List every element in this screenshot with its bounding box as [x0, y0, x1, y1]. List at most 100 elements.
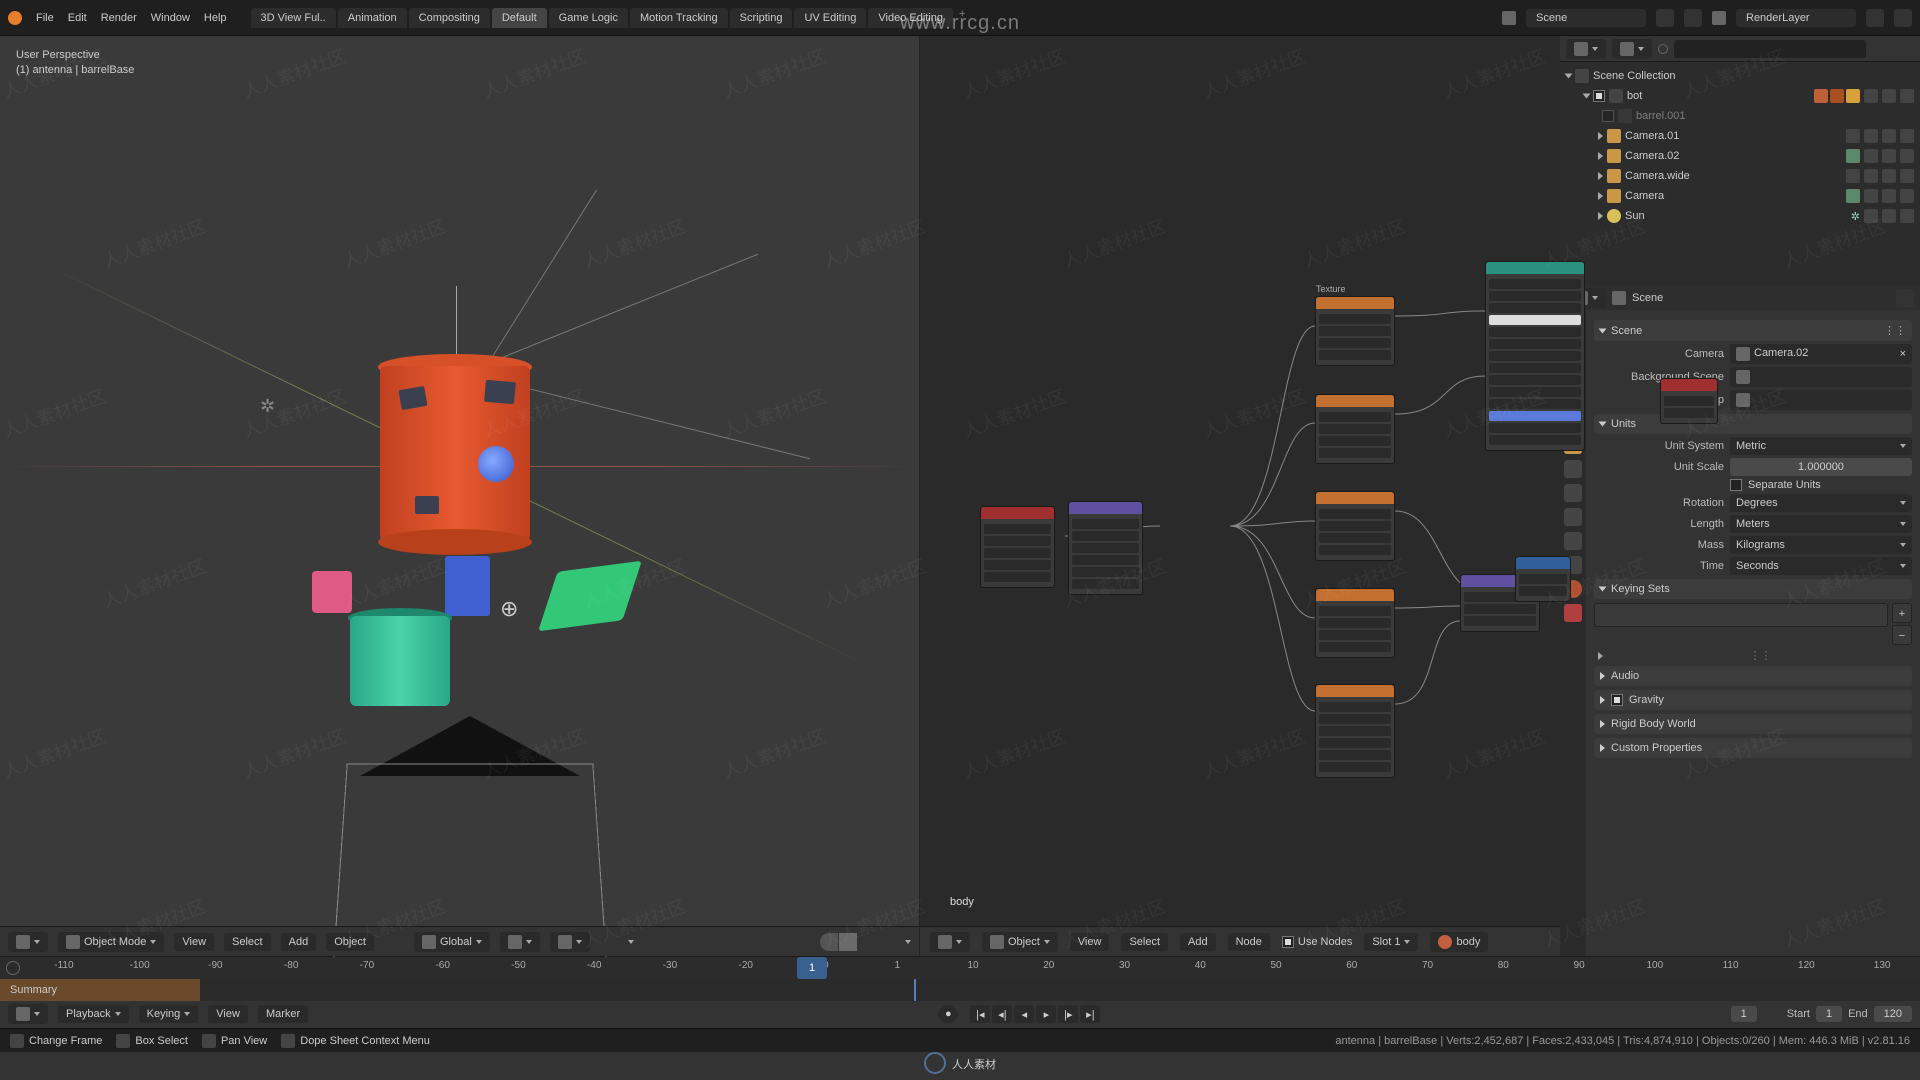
- orientation-selector[interactable]: Global: [414, 932, 490, 952]
- autokey-icon[interactable]: ●: [938, 1005, 958, 1023]
- slot-selector[interactable]: Slot 1: [1364, 933, 1418, 951]
- node-data-type[interactable]: Object: [982, 932, 1058, 952]
- menu-render[interactable]: Render: [101, 12, 137, 24]
- tab-scripting[interactable]: Scripting: [730, 8, 793, 28]
- panel-audio[interactable]: Audio: [1594, 666, 1912, 686]
- renderlayer-new-icon[interactable]: [1866, 9, 1884, 27]
- vp-menu-select[interactable]: Select: [224, 933, 271, 951]
- jump-start-icon[interactable]: |◂: [970, 1005, 990, 1023]
- separate-units-checkbox[interactable]: [1730, 479, 1742, 491]
- node-imgtex-5[interactable]: [1315, 684, 1395, 778]
- tab-animation[interactable]: Animation: [338, 8, 407, 28]
- tree-bot[interactable]: bot: [1566, 86, 1914, 106]
- tab-gamelogic[interactable]: Game Logic: [549, 8, 628, 28]
- menu-window[interactable]: Window: [151, 12, 190, 24]
- vp-menu-view[interactable]: View: [174, 933, 214, 951]
- activeclip-field[interactable]: [1730, 390, 1912, 410]
- tab-compositing[interactable]: Compositing: [409, 8, 490, 28]
- chevron-down-icon[interactable]: [628, 940, 634, 944]
- outliner-tree[interactable]: Scene Collection bot barrel.001 Camera.0…: [1560, 62, 1920, 286]
- clear-icon[interactable]: ×: [1900, 348, 1906, 360]
- keying-list[interactable]: [1594, 603, 1888, 627]
- play-reverse-icon[interactable]: ◂: [1014, 1005, 1034, 1023]
- node-imgtex-4[interactable]: [1315, 588, 1395, 658]
- tl-menu-marker[interactable]: Marker: [258, 1005, 308, 1023]
- summary-channel[interactable]: Summary: [0, 979, 200, 1001]
- overlays-icon[interactable]: [764, 933, 782, 951]
- keyframe-next-icon[interactable]: |▸: [1058, 1005, 1078, 1023]
- tab-default[interactable]: Default: [492, 8, 547, 28]
- tab-3dview[interactable]: 3D View Ful..: [251, 8, 336, 28]
- end-frame-input[interactable]: 120: [1874, 1006, 1912, 1022]
- add-workspace-button[interactable]: +: [959, 8, 965, 28]
- scene-delete-icon[interactable]: [1684, 9, 1702, 27]
- use-nodes-checkbox[interactable]: Use Nodes: [1282, 936, 1352, 948]
- search-icon[interactable]: [6, 961, 20, 975]
- tree-camera[interactable]: Camera: [1566, 186, 1914, 206]
- snap-selector[interactable]: [550, 932, 590, 952]
- tab-uv[interactable]: UV Editing: [794, 8, 866, 28]
- start-frame-input[interactable]: 1: [1816, 1006, 1842, 1022]
- length-select[interactable]: Meters: [1730, 515, 1912, 533]
- node-output[interactable]: [1660, 378, 1718, 424]
- node-texcoord[interactable]: [980, 506, 1055, 588]
- scene-new-icon[interactable]: [1656, 9, 1674, 27]
- shading-lookdev-icon[interactable]: [858, 933, 876, 951]
- gizmos-icon[interactable]: [736, 933, 754, 951]
- proportional-edit-icon[interactable]: [600, 933, 618, 951]
- tree-camerawide[interactable]: Camera.wide: [1566, 166, 1914, 186]
- tab-modifiers[interactable]: [1564, 460, 1582, 478]
- node-menu-node[interactable]: Node: [1228, 933, 1270, 951]
- rotation-select[interactable]: Degrees: [1730, 494, 1912, 512]
- menu-edit[interactable]: Edit: [68, 12, 87, 24]
- unit-scale-input[interactable]: 1.000000: [1730, 458, 1912, 476]
- node-menu-select[interactable]: Select: [1121, 933, 1168, 951]
- tab-constraints[interactable]: [1564, 532, 1582, 550]
- renderlayer-delete-icon[interactable]: [1894, 9, 1912, 27]
- keying-remove-button[interactable]: −: [1892, 625, 1912, 645]
- shading-options-icon[interactable]: [905, 940, 911, 944]
- play-icon[interactable]: ▸: [1036, 1005, 1056, 1023]
- tl-menu-view[interactable]: View: [208, 1005, 248, 1023]
- tree-camera01[interactable]: Camera.01: [1566, 126, 1914, 146]
- outliner-type[interactable]: [1566, 39, 1606, 59]
- tab-physics[interactable]: [1564, 508, 1582, 526]
- node-editor-type[interactable]: [930, 932, 970, 952]
- timeline-ruler[interactable]: -110-100-90-80-70-60-50-40-30-20-1011020…: [0, 957, 1920, 979]
- time-select[interactable]: Seconds: [1730, 557, 1912, 575]
- tl-menu-playback[interactable]: Playback: [58, 1005, 129, 1023]
- gravity-checkbox[interactable]: [1611, 694, 1623, 706]
- camera-field[interactable]: Camera.02×: [1730, 344, 1912, 364]
- timeline-body[interactable]: [200, 979, 1920, 1001]
- node-editor[interactable]: Texture body Object View Select Add Node…: [920, 36, 1560, 956]
- keying-add-button[interactable]: +: [1892, 603, 1912, 623]
- panel-options-icon[interactable]: ⋮⋮: [1884, 324, 1906, 337]
- node-bump[interactable]: [1515, 556, 1571, 602]
- tree-barrel001[interactable]: barrel.001: [1566, 106, 1914, 126]
- panel-gravity[interactable]: Gravity: [1594, 690, 1912, 710]
- filter-icon[interactable]: [1872, 40, 1890, 58]
- panel-custom[interactable]: Custom Properties: [1594, 738, 1912, 758]
- timeline-editor-type[interactable]: [8, 1004, 48, 1024]
- mass-select[interactable]: Kilograms: [1730, 536, 1912, 554]
- jump-end-icon[interactable]: ▸|: [1080, 1005, 1100, 1023]
- tab-video[interactable]: Video Editing: [868, 8, 953, 28]
- unit-system-select[interactable]: Metric: [1730, 437, 1912, 455]
- tree-camera02[interactable]: Camera.02: [1566, 146, 1914, 166]
- node-mapping[interactable]: [1068, 501, 1143, 595]
- panel-rigidbody[interactable]: Rigid Body World: [1594, 714, 1912, 734]
- shading-wire-icon[interactable]: [820, 933, 838, 951]
- outliner-display[interactable]: [1612, 39, 1652, 59]
- editor-type-selector[interactable]: [8, 932, 48, 952]
- bgscene-field[interactable]: [1730, 367, 1912, 387]
- shading-solid-icon[interactable]: [839, 933, 857, 951]
- pivot-selector[interactable]: [500, 932, 540, 952]
- node-menu-view[interactable]: View: [1070, 933, 1110, 951]
- new-collection-icon[interactable]: [1896, 40, 1914, 58]
- tree-scene-collection[interactable]: Scene Collection: [1566, 66, 1914, 86]
- current-frame-input[interactable]: 1: [1731, 1006, 1757, 1022]
- tab-particles[interactable]: [1564, 484, 1582, 502]
- vp-menu-object[interactable]: Object: [326, 933, 374, 951]
- tab-motion[interactable]: Motion Tracking: [630, 8, 728, 28]
- tab-texture[interactable]: [1564, 604, 1582, 622]
